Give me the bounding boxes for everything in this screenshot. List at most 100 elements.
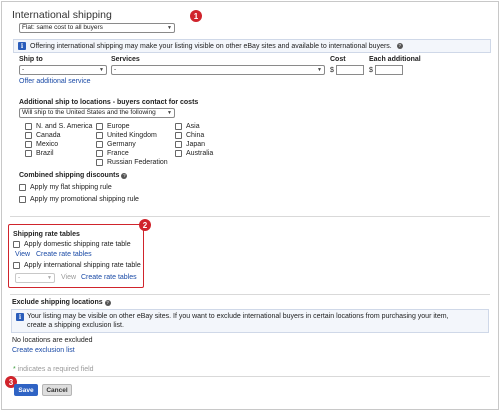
chevron-down-icon: ▼ [99,67,104,73]
location-label: France [107,150,129,157]
location-label: Asia [186,123,200,130]
location-label: China [186,132,205,139]
location-label: Mexico [36,141,59,148]
shipping-type-select[interactable]: Flat: same cost to all buyers ▼ [19,23,175,33]
option-label: Apply my flat shipping rule [30,184,112,191]
cancel-button[interactable]: Cancel [42,384,72,396]
location-item[interactable]: N. and S. America [25,122,92,131]
location-label: Germany [107,141,136,148]
location-label: Canada [36,132,61,139]
additional-locations-label: Additional ship to locations - buyers co… [19,99,199,106]
cost-input[interactable] [335,65,364,75]
info-icon: i [18,42,26,50]
checkbox[interactable] [96,150,103,157]
locations-column-2: Europe United Kingdom Germany France Rus… [96,122,168,167]
exclude-label: Exclude shipping locations [12,299,103,306]
checkbox[interactable] [96,123,103,130]
location-item[interactable]: Canada [25,131,92,140]
location-label: Brazil [36,150,54,157]
location-item[interactable]: Australia [175,149,213,158]
location-item[interactable]: Asia [175,122,213,131]
exclude-heading: Exclude shipping locations ? [12,299,111,306]
locations-column-3: Asia China Japan Australia [175,122,213,158]
services-header: Services [111,56,140,63]
view-international-link[interactable]: View [61,274,76,281]
locations-column-1: N. and S. America Canada Mexico Brazil [25,122,92,158]
exclude-info-text: Your listing may be visible on other eBa… [27,313,449,329]
chevron-down-icon: ▼ [167,25,172,31]
page-title: International shipping [12,9,112,21]
location-item[interactable]: Mexico [25,140,92,149]
offer-additional-service-link[interactable]: Offer additional service [19,78,90,85]
chevron-down-icon: ▼ [317,67,322,73]
divider [10,216,490,217]
checkbox[interactable] [25,123,32,130]
help-icon[interactable]: ? [104,299,111,306]
rate-tables-label: Shipping rate tables [13,231,80,238]
checkbox[interactable] [175,141,182,148]
checkbox[interactable] [19,184,26,191]
info-banner-text: Offering international shipping may make… [30,42,392,50]
help-icon[interactable]: ? [396,43,403,49]
flat-shipping-rule-option[interactable]: Apply my flat shipping rule [19,184,112,191]
info-icon: i [16,313,24,321]
help-icon[interactable]: ? [121,172,128,179]
checkbox[interactable] [13,262,20,269]
create-rate-tables-link-2[interactable]: Create rate tables [81,274,137,281]
view-domestic-link[interactable]: View [15,251,30,258]
each-additional-header: Each additional [369,56,421,63]
checkbox[interactable] [13,241,20,248]
service-value: - [114,66,117,73]
checkbox[interactable] [175,150,182,157]
checkbox[interactable] [19,196,26,203]
option-label: Apply international shipping rate table [24,262,141,269]
location-label: United Kingdom [107,132,157,139]
location-item[interactable]: United Kingdom [96,131,168,140]
location-label: Japan [186,141,206,148]
location-item[interactable]: France [96,149,168,158]
required-star: * [13,366,16,373]
cost-header: Cost [330,56,346,63]
location-item[interactable]: Europe [96,122,168,131]
checkbox[interactable] [96,141,103,148]
location-item[interactable]: Brazil [25,149,92,158]
chevron-down-icon: ▼ [47,275,52,281]
save-button[interactable]: Save [14,384,38,396]
marker-1: 1 [190,10,202,22]
each-additional-input[interactable] [374,65,403,75]
ship-to-select[interactable]: - ▼ [19,65,107,75]
cost-field: $ [330,65,364,75]
domestic-rate-table-option[interactable]: Apply domestic shipping rate table [13,241,131,248]
option-label: Apply my promotional shipping rule [30,196,139,203]
checkbox[interactable] [96,132,103,139]
each-additional-field: $ [369,65,403,75]
checkbox[interactable] [175,132,182,139]
option-label: Apply domestic shipping rate table [24,241,131,248]
rate-table-select[interactable]: - ▼ [15,273,55,283]
no-locations-text: No locations are excluded [12,337,93,344]
checkbox[interactable] [25,150,32,157]
checkbox[interactable] [25,132,32,139]
window-frame [1,1,499,410]
info-banner-content: i Offering international shipping may ma… [18,42,403,50]
location-item[interactable]: Germany [96,140,168,149]
combined-discounts-heading: Combined shipping discounts ? [19,172,128,179]
checkbox[interactable] [96,159,103,166]
additional-locations-select[interactable]: Will ship to the United States and the f… [19,108,175,118]
service-select[interactable]: - ▼ [111,65,325,75]
checkbox[interactable] [25,141,32,148]
chevron-down-icon: ▼ [167,110,172,116]
rate-table-value: - [18,274,21,281]
create-exclusion-list-link[interactable]: Create exclusion list [12,347,75,354]
location-item[interactable]: Japan [175,140,213,149]
location-item[interactable]: Russian Federation [96,158,168,167]
checkbox[interactable] [175,123,182,130]
combined-discounts-label: Combined shipping discounts [19,172,120,179]
promotional-shipping-rule-option[interactable]: Apply my promotional shipping rule [19,196,139,203]
cost-currency: $ [330,66,334,74]
international-rate-table-option[interactable]: Apply international shipping rate table [13,262,141,269]
ship-to-header: Ship to [19,56,43,63]
create-rate-tables-link[interactable]: Create rate tables [36,251,92,258]
location-label: Europe [107,123,130,130]
location-item[interactable]: China [175,131,213,140]
